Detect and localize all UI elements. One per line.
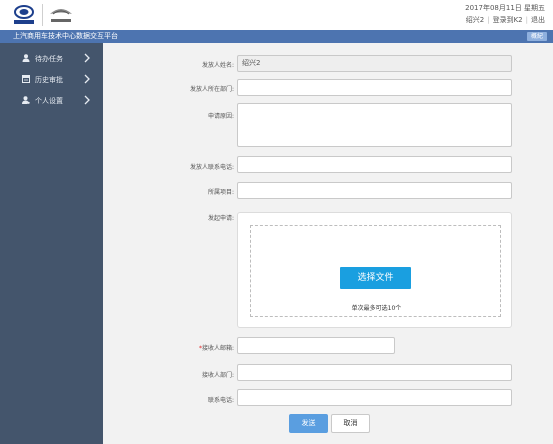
- upload-panel: 选择文件 单次最多可选10个: [237, 212, 512, 328]
- contact-phone-input[interactable]: [237, 389, 512, 406]
- user-settings-icon: [22, 96, 30, 104]
- sidebar-item-settings[interactable]: 个人设置: [0, 91, 103, 110]
- apply-label: 发起申请:: [207, 215, 234, 222]
- sidebar-item-label: 历史审批: [35, 76, 63, 84]
- sidebar-item-label: 待办任务: [35, 55, 63, 63]
- sender-name-label: 发放人姓名:: [201, 62, 234, 69]
- title-bar: 上汽商用车技术中心数据交互平台 概紀: [0, 30, 553, 43]
- cancel-button[interactable]: 取消: [331, 414, 370, 433]
- separator: |: [487, 16, 490, 24]
- sidebar-item-label: 个人设置: [35, 97, 63, 105]
- sender-dept-label: 发放人所在部门:: [189, 86, 234, 93]
- project-label: 所属项目:: [207, 189, 234, 196]
- chevron-right-icon: [84, 53, 90, 63]
- document-icon: [22, 75, 30, 83]
- receiver-email-label: *接收人邮箱:: [154, 343, 234, 352]
- sender-dept-input[interactable]: [237, 79, 512, 96]
- chevron-right-icon: [84, 95, 90, 105]
- titlebar-tag[interactable]: 概紀: [526, 32, 547, 41]
- contact-phone-label: 联系电话:: [207, 397, 234, 404]
- receiver-email-label-text: 接收人邮箱:: [201, 345, 234, 352]
- upload-hint: 单次最多可选10个: [351, 305, 402, 312]
- user-icon: [22, 54, 30, 62]
- sidebar-item-history[interactable]: 历史审批: [0, 70, 103, 89]
- separator: |: [525, 16, 528, 24]
- maxus-logo: [50, 9, 72, 22]
- receiver-email-input[interactable]: [237, 337, 395, 354]
- saic-group-logo: [14, 5, 34, 24]
- sidebar-item-pending-tasks[interactable]: 待办任务: [0, 49, 103, 68]
- sender-phone-label: 发放人联系电话:: [189, 164, 234, 171]
- top-header: 2017年08月11日 星期五 绍兴2 | 登录到K2 | 退出: [0, 0, 553, 30]
- user-links: 绍兴2 | 登录到K2 | 退出: [466, 15, 545, 25]
- date-text: 2017年08月11日 星期五: [465, 4, 545, 12]
- reason-label: 申请原因:: [207, 113, 234, 120]
- file-drop-zone[interactable]: 选择文件 单次最多可选10个: [250, 225, 501, 317]
- send-button[interactable]: 发送: [289, 414, 328, 433]
- sender-name-field: 绍兴2: [237, 55, 512, 72]
- receiver-dept-input[interactable]: [237, 364, 512, 381]
- platform-title: 上汽商用车技术中心数据交互平台: [13, 32, 118, 40]
- sender-phone-input[interactable]: [237, 156, 512, 173]
- logout-link[interactable]: 退出: [531, 16, 545, 24]
- reason-textarea[interactable]: [237, 103, 512, 147]
- logo-divider: [42, 4, 43, 26]
- chevron-right-icon: [84, 74, 90, 84]
- receiver-dept-label: 接收人部门:: [201, 372, 234, 379]
- current-user-link[interactable]: 绍兴2: [466, 16, 484, 24]
- sidebar: 待办任务 历史审批 个人设置: [0, 43, 103, 444]
- project-input[interactable]: [237, 182, 512, 199]
- choose-file-button[interactable]: 选择文件: [340, 267, 411, 289]
- login-as-link[interactable]: 登录到K2: [493, 16, 523, 24]
